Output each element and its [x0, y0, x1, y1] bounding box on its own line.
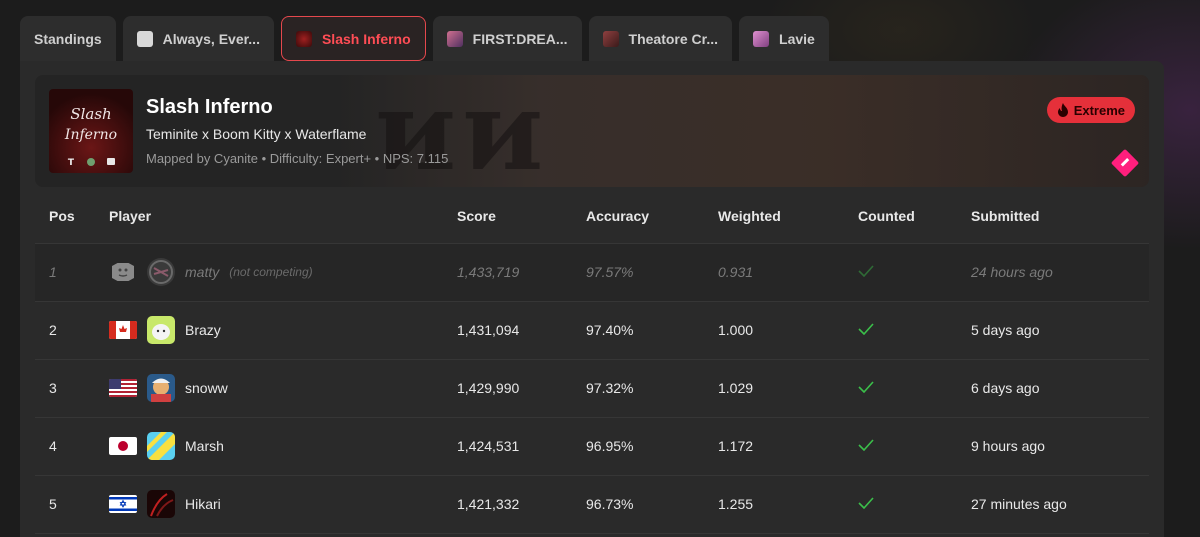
header-accuracy[interactable]: Accuracy: [586, 189, 718, 244]
tab-label: Lavie: [779, 31, 815, 47]
table-header-row: Pos Player Score Accuracy Weighted Count…: [35, 189, 1149, 244]
tab-slash-inferno[interactable]: Slash Inferno: [280, 16, 426, 61]
map-thumb-icon: [295, 30, 312, 47]
map-thumb-icon: [753, 31, 770, 47]
song-title: Slash Inferno: [146, 96, 273, 118]
avatar[interactable]: [147, 490, 175, 518]
check-icon: [858, 323, 874, 336]
row-pos: 5: [35, 475, 109, 534]
header-counted[interactable]: Counted: [848, 189, 971, 244]
tab-theatore[interactable]: Theatore Cr...: [588, 16, 733, 62]
check-icon: [858, 497, 874, 510]
song-artists: Teminite x Boom Kitty x Waterflame: [146, 126, 367, 142]
row-pos: 1: [35, 243, 109, 302]
tab-lavie[interactable]: Lavie: [739, 16, 829, 62]
header-weighted[interactable]: Weighted: [718, 189, 848, 244]
tab-label: Theatore Cr...: [628, 31, 719, 47]
flame-icon: [1057, 103, 1068, 117]
avatar[interactable]: [147, 316, 175, 344]
leaderboard-table: Pos Player Score Accuracy Weighted Count…: [35, 189, 1149, 534]
usa-flag-icon: [109, 379, 137, 397]
check-icon: [858, 381, 874, 394]
israel-flag-icon: [109, 495, 137, 513]
row-score: 1,424,531: [457, 417, 586, 476]
row-score: 1,431,094: [457, 301, 586, 360]
not-competing-note: (not competing): [229, 265, 313, 279]
banner-background-art: ᴎᴎ: [335, 75, 1149, 187]
japan-flag-icon: [109, 437, 137, 455]
row-accuracy: 97.57%: [586, 243, 718, 302]
row-accuracy: 96.73%: [586, 475, 718, 534]
row-submitted: 9 hours ago: [971, 417, 1149, 476]
player-name[interactable]: Marsh: [185, 438, 224, 454]
check-icon: [858, 439, 874, 452]
row-weighted: 1.029: [718, 359, 848, 418]
table-row[interactable]: 4 Marsh 1,424,531 96.95% 1.172 9 hours a…: [35, 417, 1149, 476]
map-thumb-icon: [136, 31, 153, 47]
svg-text:Inferno: Inferno: [64, 127, 117, 143]
tab-label: Always, Ever...: [162, 31, 260, 47]
tab-label: FIRST:DREA...: [472, 31, 568, 47]
row-submitted: 27 minutes ago: [971, 475, 1149, 534]
row-score: 1,429,990: [457, 359, 586, 418]
avatar[interactable]: [147, 374, 175, 402]
row-submitted: 6 days ago: [971, 359, 1149, 418]
row-accuracy: 97.32%: [586, 359, 718, 418]
cover-art: Slash Inferno T: [49, 89, 133, 173]
avatar[interactable]: [147, 432, 175, 460]
svg-text:T: T: [68, 158, 75, 168]
svg-text:Slash: Slash: [70, 105, 111, 123]
canada-flag-icon: [109, 321, 137, 339]
header-player[interactable]: Player: [109, 189, 457, 244]
difficulty-label: Extreme: [1073, 102, 1125, 118]
player-name[interactable]: Hikari: [185, 496, 221, 512]
table-row[interactable]: 3 snoww 1,429,990 97.32% 1.029 6 days ag…: [35, 359, 1149, 418]
row-pos: 4: [35, 417, 109, 476]
map-thumb-icon: [602, 31, 619, 47]
tab-standings[interactable]: Standings: [20, 16, 116, 62]
tab-first-dream[interactable]: FIRST:DREA...: [432, 16, 582, 62]
tab-label: Slash Inferno: [321, 30, 411, 47]
tab-label: Standings: [34, 31, 102, 47]
player-name[interactable]: Brazy: [185, 322, 221, 338]
player-name[interactable]: snoww: [185, 380, 228, 396]
header-submitted[interactable]: Submitted: [971, 189, 1149, 244]
header-pos[interactable]: Pos: [35, 189, 109, 244]
difficulty-badge: Extreme: [1046, 97, 1135, 123]
row-score: 1,433,719: [457, 243, 586, 302]
song-meta: Mapped by Cyanite • Difficulty: Expert+ …: [146, 151, 449, 166]
row-accuracy: 97.40%: [586, 301, 718, 360]
map-banner: ᴎᴎ Slash Inferno T Slash Inferno Teminit…: [35, 75, 1149, 187]
row-pos: 2: [35, 301, 109, 360]
row-weighted: 1.255: [718, 475, 848, 534]
row-score: 1,421,332: [457, 475, 586, 534]
row-weighted: 1.000: [718, 301, 848, 360]
neutral-flag-icon: [109, 263, 137, 281]
map-thumb-icon: [446, 31, 463, 47]
avatar[interactable]: [147, 258, 175, 286]
table-row[interactable]: 5 Hikari 1,421,332 96.73% 1.255 27 minut…: [35, 475, 1149, 534]
header-score[interactable]: Score: [457, 189, 586, 244]
row-submitted: 24 hours ago: [971, 243, 1149, 302]
tab-bar: Standings Always, Ever... Slash Inferno …: [20, 16, 829, 62]
leaderboard-panel: ᴎᴎ Slash Inferno T Slash Inferno Teminit…: [20, 61, 1164, 537]
row-weighted: 1.172: [718, 417, 848, 476]
player-name[interactable]: matty: [185, 264, 219, 280]
row-weighted: 0.931: [718, 243, 848, 302]
row-accuracy: 96.95%: [586, 417, 718, 476]
row-submitted: 5 days ago: [971, 301, 1149, 360]
table-row[interactable]: 2 Brazy 1,431,094 97.40% 1.000 5 days ag…: [35, 301, 1149, 360]
check-icon: [858, 265, 874, 278]
table-row[interactable]: 1 matty (not competing) 1,433,719 97.57%…: [35, 243, 1149, 302]
row-pos: 3: [35, 359, 109, 418]
tab-always-ever[interactable]: Always, Ever...: [122, 16, 274, 62]
